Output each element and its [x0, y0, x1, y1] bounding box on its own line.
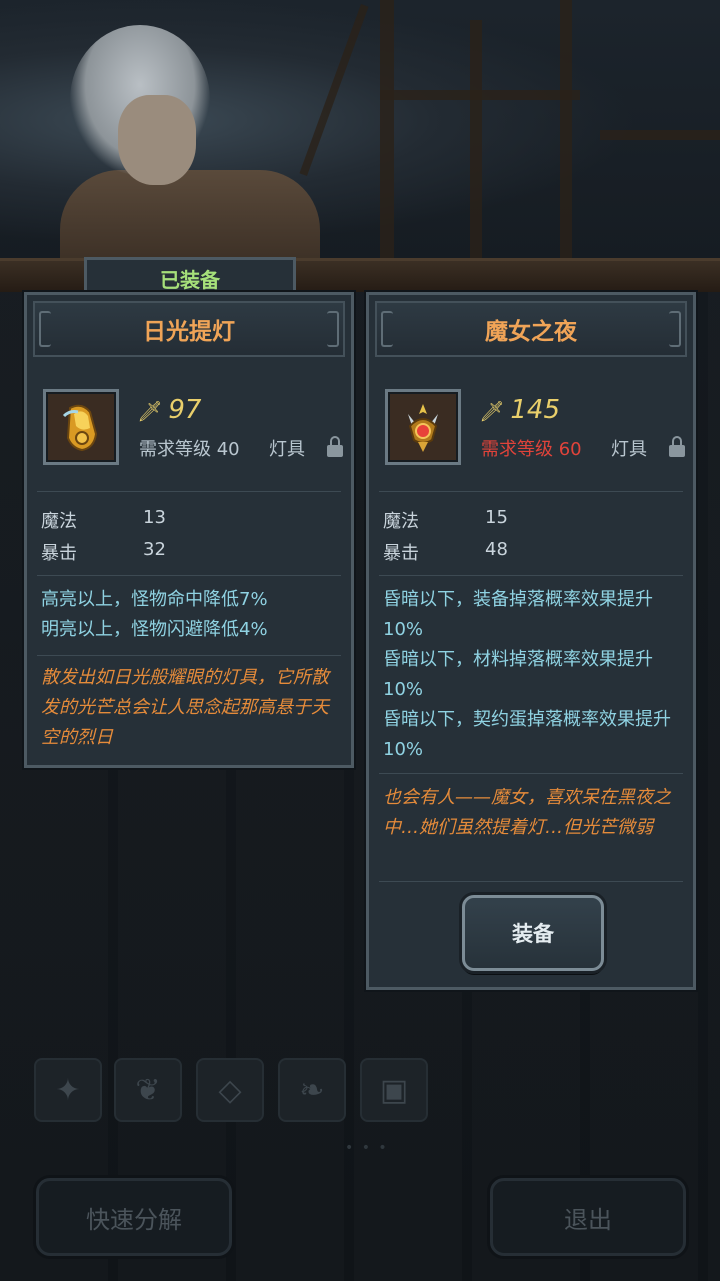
- quick-disassemble-button[interactable]: 快速分解: [36, 1178, 232, 1256]
- lock-icon[interactable]: [669, 436, 685, 457]
- item-power: 🗡 145: [479, 395, 561, 425]
- witch-lantern-icon: [408, 404, 438, 452]
- lock-icon[interactable]: [327, 436, 343, 457]
- stat-value: 48: [485, 539, 508, 560]
- stat-name: 暴击: [41, 543, 77, 564]
- stat-value: 13: [143, 507, 166, 528]
- equipped-item-panel: 日光提灯 🗡 97 需求等级 40 灯具 魔法 13 暴击 32 高亮以上，怪物命…: [24, 292, 354, 768]
- chest-icon[interactable]: ▣: [360, 1058, 428, 1122]
- stat-value: 32: [143, 539, 166, 560]
- level-requirement: 需求等级 40: [139, 439, 240, 460]
- character-body: [60, 170, 320, 265]
- stat-value: 15: [485, 507, 508, 528]
- stat-name: 魔法: [41, 511, 77, 532]
- item-name: 日光提灯: [143, 319, 235, 345]
- gem-icon[interactable]: ◇: [196, 1058, 264, 1122]
- item-effect: 昏暗以下，材料掉落概率效果提升10%: [383, 649, 653, 700]
- equipped-tab: 已装备: [84, 257, 296, 296]
- item-name-header: 魔女之夜: [375, 301, 687, 357]
- leaf-icon[interactable]: ❧: [278, 1058, 346, 1122]
- item-effect: 昏暗以下，契约蛋掉落概率效果提升10%: [383, 709, 671, 760]
- weapon-icon[interactable]: ✦: [34, 1058, 102, 1122]
- item-effect: 昏暗以下，装备掉落概率效果提升10%: [383, 589, 653, 640]
- exit-button[interactable]: 退出: [490, 1178, 686, 1256]
- item-effect: 明亮以上，怪物闪避降低4%: [41, 619, 268, 640]
- item-type: 灯具: [611, 439, 647, 460]
- background-scene: [0, 0, 720, 265]
- sword-icon: 🗡: [137, 399, 163, 423]
- compare-item-panel: 魔女之夜 🗡 145 需求等级 60 灯具 魔法 15 暴击 48 昏暗以下，装备…: [366, 292, 696, 990]
- item-icon[interactable]: [385, 389, 461, 465]
- paw-icon[interactable]: ❦: [114, 1058, 182, 1122]
- stat-name: 暴击: [383, 543, 419, 564]
- item-flavor-text: 散发出如日光般耀眼的灯具，它所散发的光芒总会让人思念起那高悬于天空的烈日: [41, 667, 329, 748]
- lantern-gauntlet-icon: [62, 404, 98, 452]
- item-icon[interactable]: [43, 389, 119, 465]
- item-name: 魔女之夜: [485, 319, 577, 345]
- item-effect: 高亮以上，怪物命中降低7%: [41, 589, 268, 610]
- character-face: [118, 95, 196, 185]
- level-requirement: 需求等级 60: [481, 439, 582, 460]
- item-flavor-text: 也会有人——魔女，喜欢呆在黑夜之中…她们虽然提着灯…但光芒微弱: [383, 787, 671, 838]
- sword-icon: 🗡: [479, 399, 505, 423]
- item-name-header: 日光提灯: [33, 301, 345, 357]
- item-type: 灯具: [269, 439, 305, 460]
- equipped-label: 已装备: [160, 267, 220, 292]
- stat-name: 魔法: [383, 511, 419, 532]
- item-power: 🗡 97: [137, 395, 202, 425]
- page-dots: • • •: [345, 1140, 389, 1156]
- equip-button[interactable]: 装备: [462, 895, 604, 971]
